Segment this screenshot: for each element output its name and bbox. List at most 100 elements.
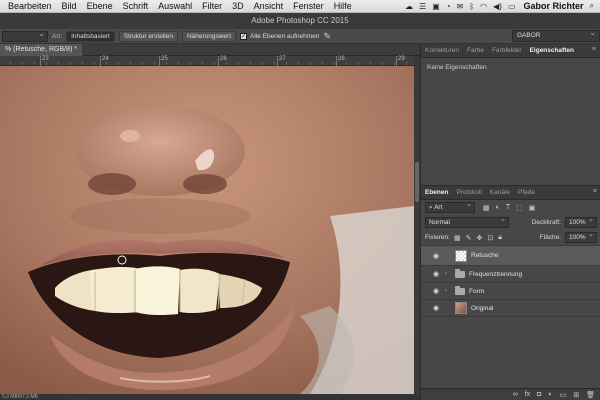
ruler-minor-tick (70, 62, 71, 65)
menu-ansicht[interactable]: Ansicht (249, 1, 289, 11)
inhaltsbasiert-button[interactable]: Inhaltsbasiert (66, 30, 115, 42)
workspace-dropdown[interactable]: GABOR (512, 28, 600, 42)
tab-farbfelder[interactable]: Farbfelder (488, 47, 526, 54)
filter-pixel-icon[interactable]: ▦ (483, 204, 490, 212)
menu-bar: Bearbeiten Bild Ebene Schrift Auswahl Fi… (0, 0, 600, 13)
wifi-icon[interactable]: ◠ (480, 2, 487, 11)
new-layer-icon[interactable]: ⊞ (573, 391, 579, 399)
menu-fenster[interactable]: Fenster (288, 1, 329, 11)
ruler-minor-tick (82, 62, 83, 65)
add-mask-icon[interactable]: ◘ (537, 391, 541, 398)
menu-schrift[interactable]: Schrift (118, 1, 154, 11)
lock-pixels-icon[interactable]: ✎ (466, 234, 472, 242)
chevron-right-icon[interactable]: › (445, 271, 451, 277)
tab-kanaele[interactable]: Kanäle (486, 189, 514, 196)
lock-label: Fixieren: (425, 234, 450, 241)
chevron-right-icon[interactable]: › (445, 288, 451, 294)
folder-icon (455, 268, 465, 278)
tab-protokoll[interactable]: Protokoll (452, 189, 485, 196)
eye-icon[interactable]: ◉ (431, 270, 441, 278)
new-group-icon[interactable]: ▭ (560, 391, 567, 399)
filter-shape-icon[interactable]: ⬚ (516, 204, 523, 212)
ruler-minor-tick (406, 62, 407, 65)
timer-icon[interactable]: ◔ (446, 2, 451, 11)
ruler-minor-tick (274, 62, 275, 65)
lock-artboard-icon[interactable]: ⊡ (487, 234, 493, 242)
eye-icon[interactable]: ◉ (431, 304, 441, 312)
filter-type-icon[interactable]: T (506, 204, 510, 212)
tab-ebenen[interactable]: Ebenen (421, 189, 452, 196)
lock-position-icon[interactable]: ✥ (476, 234, 482, 242)
layers-empty-area (421, 316, 600, 388)
layers-menu-icon[interactable]: ≡ (593, 188, 597, 195)
naeherungswert-button[interactable]: Näherungswert (181, 30, 237, 42)
bluetooth-icon[interactable]: ᛒ (469, 2, 474, 11)
tab-pfade[interactable]: Pfade (514, 189, 539, 196)
menu-bearbeiten[interactable]: Bearbeiten (0, 1, 57, 11)
trash-icon[interactable]: 🗑︎ (586, 391, 595, 399)
photo-smile (0, 66, 414, 394)
opacity-field[interactable]: 100% (565, 215, 597, 228)
layer-style-icon[interactable]: fx (525, 391, 530, 398)
blend-mode-dropdown[interactable]: Normal (425, 215, 509, 228)
link-layers-icon[interactable]: ∞ (513, 391, 518, 398)
menu-hilfe[interactable]: Hilfe (329, 1, 357, 11)
cloud-icon[interactable]: ☁ (405, 2, 413, 11)
menu-3d[interactable]: 3D (227, 1, 249, 11)
spotlight-icon[interactable]: ⌕ (590, 1, 594, 11)
battery-icon[interactable]: ▭ (508, 2, 516, 11)
layer-name: Original (471, 304, 494, 312)
menu-auswahl[interactable]: Auswahl (153, 1, 197, 11)
alle-ebenen-checkbox[interactable]: ✓ Alle Ebenen aufnehmen (240, 32, 319, 40)
ruler-tick-28: 28 (336, 56, 345, 66)
ruler-minor-tick (190, 62, 191, 65)
fill-label: Fläche: (539, 234, 561, 241)
tab-eigenschaften[interactable]: Eigenschaften (526, 47, 578, 54)
layers-panel: Ebenen Protokoll Kanäle Pfade ≡ ⌕ Art ▦ … (421, 186, 600, 388)
layer-retusche[interactable]: ◉ Retusche (421, 245, 600, 265)
filter-smartobject-icon[interactable]: ▣ (529, 204, 536, 212)
document-tabbar: % (Retusche, RGB/8) * (0, 44, 420, 56)
notification-icon[interactable]: ✉ (457, 2, 464, 11)
lock-icons: ▦ ✎ ✥ ⊡ 🔒︎ (454, 234, 502, 242)
document-tab[interactable]: % (Retusche, RGB/8) * (0, 44, 82, 56)
layer-name: Frequenztrennung (469, 270, 523, 278)
eye-icon[interactable]: ◉ (431, 287, 441, 295)
status-bar: 5,9 MB/97,3 MB (0, 394, 420, 400)
ruler-minor-tick (346, 62, 347, 65)
layer-original[interactable]: ◉ Original (421, 299, 600, 316)
layer-name: Form (469, 287, 485, 295)
pressure-brush-icon[interactable]: ✎ (323, 31, 331, 42)
ruler-minor-tick (10, 62, 11, 65)
menu-filter[interactable]: Filter (197, 1, 227, 11)
tab-farbe[interactable]: Farbe (463, 47, 488, 54)
lock-transparency-icon[interactable]: ▦ (454, 234, 461, 242)
tool-preset-dropdown[interactable] (2, 29, 48, 42)
filter-icons: ▦ ◐ T ⬚ ▣ (483, 204, 535, 212)
menu-ebene[interactable]: Ebene (82, 1, 118, 11)
struktur-erstellen-button[interactable]: Struktur erstellen (118, 30, 178, 42)
ruler-minor-tick (130, 62, 131, 65)
lock-all-icon[interactable]: 🔒︎ (498, 234, 502, 242)
ruler-minor-tick (214, 62, 215, 65)
fill-field[interactable]: 100% (565, 230, 597, 243)
properties-body: Keine Eigenschaften (421, 58, 600, 186)
scrollbar-thumb[interactable] (415, 162, 419, 202)
layer-frequenztrennung[interactable]: ◉ › Frequenztrennung (421, 265, 600, 282)
tab-korrekturen[interactable]: Korrekturen (421, 47, 463, 54)
ruler-minor-tick (142, 62, 143, 65)
menu-bild[interactable]: Bild (57, 1, 82, 11)
photo-icon[interactable]: ▣ (432, 2, 440, 11)
ruler-minor-tick (238, 62, 239, 65)
layer-form[interactable]: ◉ › Form (421, 282, 600, 299)
panel-menu-icon[interactable]: ≡ (592, 46, 596, 53)
filter-adjustment-icon[interactable]: ◐ (496, 204, 500, 212)
list-icon[interactable]: ☰ (419, 2, 426, 11)
layer-filter-kind[interactable]: ⌕ Art (425, 200, 475, 213)
user-name[interactable]: Gabor Richter (524, 1, 584, 11)
document-canvas[interactable] (0, 66, 414, 394)
eye-icon[interactable]: ◉ (431, 252, 441, 260)
adjustment-layer-icon[interactable]: ◐ (548, 391, 552, 398)
volume-icon[interactable]: ◀) (493, 2, 502, 11)
ruler-minor-tick (58, 62, 59, 65)
